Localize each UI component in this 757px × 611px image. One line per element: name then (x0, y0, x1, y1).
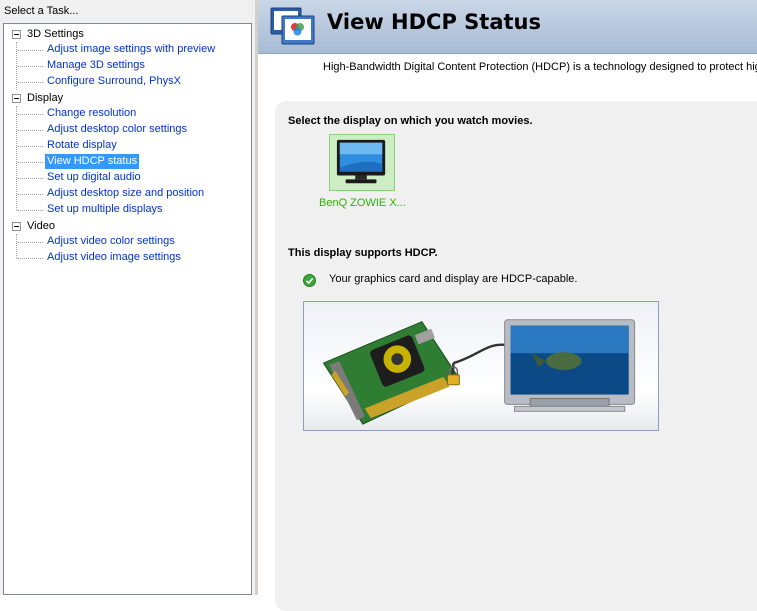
hdcp-illustration (303, 301, 659, 431)
hdcp-support-heading: This display supports HDCP. (288, 247, 438, 259)
select-display-heading: Select the display on which you watch mo… (288, 115, 533, 127)
tree-item-change-resolution[interactable]: Change resolution (45, 106, 138, 121)
collapse-icon[interactable] (12, 222, 21, 231)
tree-item-adjust-desktop-color[interactable]: Adjust desktop color settings (45, 122, 189, 137)
task-panel-header: Select a Task... (4, 5, 79, 17)
content-panel: View HDCP Status High-Bandwidth Digital … (258, 0, 757, 611)
graphics-card-to-display-illustration (322, 319, 636, 425)
collapse-icon[interactable] (12, 30, 21, 39)
tree-item-set-up-multiple-displays[interactable]: Set up multiple displays (45, 202, 165, 217)
tree-item-adjust-video-image[interactable]: Adjust video image settings (45, 250, 183, 265)
display-tile[interactable] (329, 134, 395, 191)
tree-item-adjust-video-color[interactable]: Adjust video color settings (45, 234, 177, 249)
page-title: View HDCP Status (327, 10, 541, 34)
hd-display-image (504, 319, 636, 412)
tree-item-configure-surround-physx[interactable]: Configure Surround, PhysX (45, 74, 183, 89)
tree-item-rotate-display[interactable]: Rotate display (45, 138, 119, 153)
tree-item-adjust-image-settings[interactable]: Adjust image settings with preview (45, 42, 217, 57)
green-check-icon (303, 274, 316, 287)
page-banner: View HDCP Status (258, 0, 757, 54)
display-name[interactable]: BenQ ZOWIE X... (319, 197, 406, 209)
monitor-icon (336, 139, 386, 184)
collapse-icon[interactable] (12, 94, 21, 103)
hdcp-capable-text: Your graphics card and display are HDCP-… (329, 273, 578, 285)
tree-item-view-hdcp-status[interactable]: View HDCP status (45, 154, 140, 169)
task-tree[interactable]: 3D Settings Adjust image settings with p… (3, 23, 252, 595)
tree-item-adjust-desktop-size[interactable]: Adjust desktop size and position (45, 186, 206, 201)
page-description: High-Bandwidth Digital Content Protectio… (323, 61, 757, 73)
graphics-card-image (322, 321, 461, 425)
tree-category-label: Video (27, 220, 55, 232)
hdcp-display-icon (270, 7, 315, 45)
tree-category-label: 3D Settings (27, 28, 84, 40)
task-panel: Select a Task... 3D Settings Adjust imag… (0, 0, 255, 595)
tree-item-manage-3d-settings[interactable]: Manage 3D settings (45, 58, 147, 73)
tree-category-label: Display (27, 92, 64, 104)
tree-item-set-up-digital-audio[interactable]: Set up digital audio (45, 170, 143, 185)
